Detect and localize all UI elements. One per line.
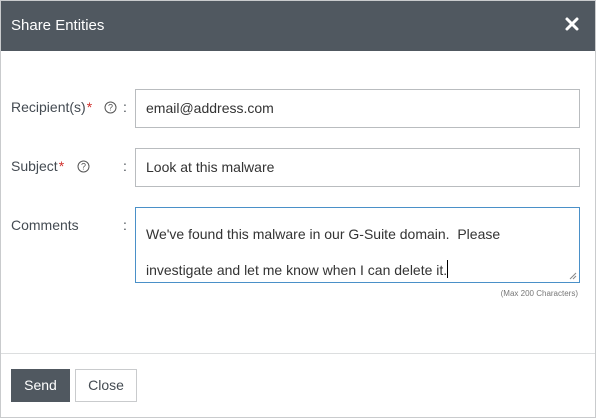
character-limit-note: (Max 200 Characters) xyxy=(500,289,578,298)
close-button[interactable]: Close xyxy=(75,369,137,402)
text-cursor xyxy=(447,260,449,278)
required-marker: * xyxy=(58,158,65,174)
required-marker: * xyxy=(86,99,93,115)
subject-input[interactable]: Look at this malware xyxy=(135,148,580,187)
comments-label: Comments xyxy=(11,217,79,233)
resize-grip-icon[interactable] xyxy=(569,272,577,280)
send-button[interactable]: Send xyxy=(11,369,70,402)
close-icon[interactable] xyxy=(561,12,583,36)
comments-textarea[interactable]: We've found this malware in our G-Suite … xyxy=(135,207,580,283)
recipients-input[interactable]: email@address.com xyxy=(135,89,580,128)
recipients-separator: : xyxy=(123,99,127,115)
dialog-title: Share Entities xyxy=(11,17,105,34)
dialog-header: Share Entities xyxy=(1,1,595,51)
share-entities-dialog: Share Entities Recipient(s)* ? : email@a… xyxy=(0,0,596,418)
recipients-label: Recipient(s)* xyxy=(11,99,93,115)
svg-text:?: ? xyxy=(108,103,113,113)
subject-separator: : xyxy=(123,158,127,174)
help-circle-icon[interactable]: ? xyxy=(104,101,117,114)
subject-label: Subject* xyxy=(11,158,65,174)
footer-divider xyxy=(1,353,595,354)
svg-text:?: ? xyxy=(81,162,86,172)
comments-separator: : xyxy=(123,217,127,233)
help-circle-icon[interactable]: ? xyxy=(77,160,90,173)
